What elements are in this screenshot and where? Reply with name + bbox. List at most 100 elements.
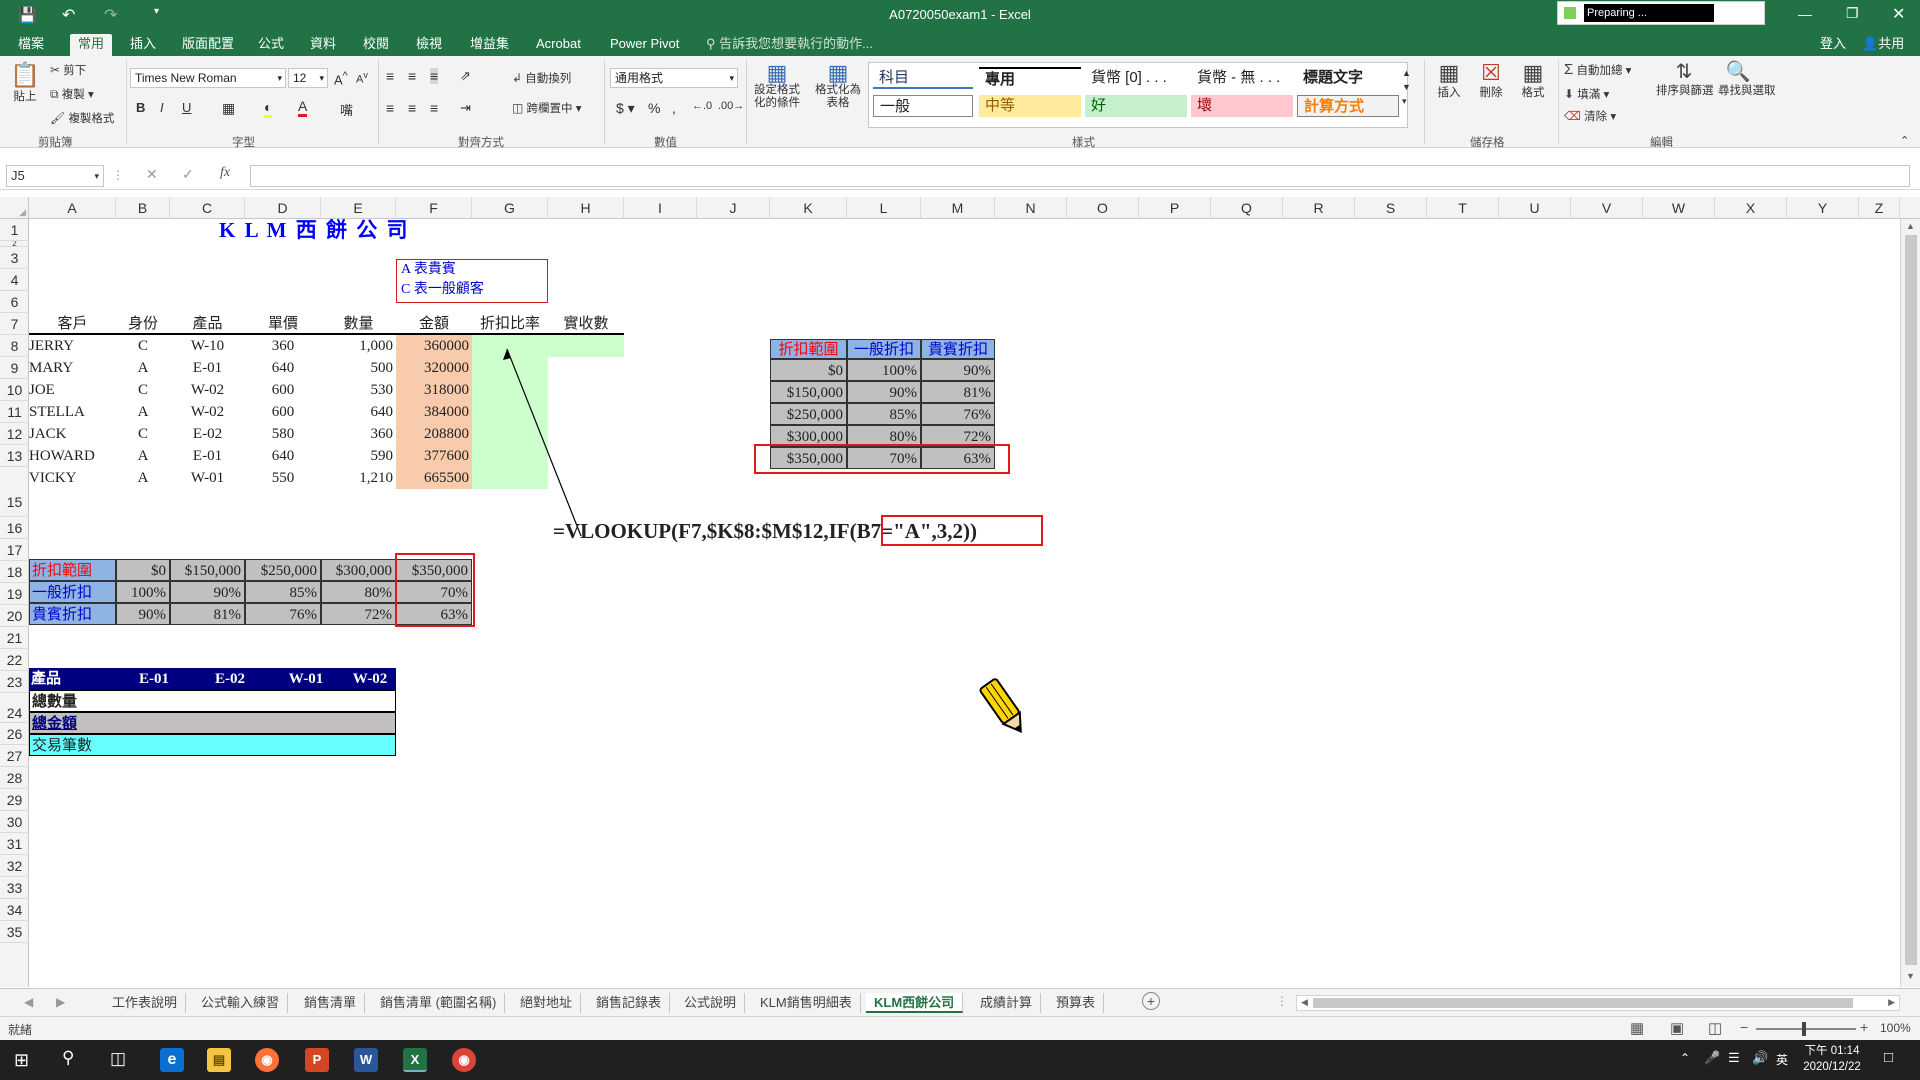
price-cell[interactable]: 360 [245,335,321,357]
customer-name-cell[interactable]: JERRY [29,335,116,357]
orientation-icon[interactable]: ⇗ [460,68,471,84]
quantity-cell[interactable]: 1,000 [321,335,396,357]
tab-formulas[interactable]: 公式 [252,34,290,56]
col-header-z[interactable]: Z [1859,197,1900,219]
increase-decimal-icon[interactable]: ←.0 [692,100,712,112]
sheet-tab[interactable]: 公式說明 [676,993,746,1013]
format-cells-button[interactable]: ▦ 格式 [1516,62,1550,100]
prev-sheet-icon[interactable]: ◀ [24,995,33,1009]
col-header-o[interactable]: O [1067,197,1139,219]
bold-icon[interactable]: B [136,100,145,115]
percent-icon[interactable]: % [648,100,660,116]
row-header[interactable]: 6 [0,291,29,313]
cut-button[interactable]: ✂ 剪下 [50,62,86,78]
product-cell[interactable]: W-10 [170,335,245,357]
currency-icon[interactable]: $ ▾ [616,100,635,117]
h-table-cell[interactable]: 90% [116,603,170,625]
minimize-icon[interactable]: — [1798,6,1812,22]
col-header-y[interactable]: Y [1787,197,1859,219]
restore-icon[interactable]: ❐ [1846,5,1859,22]
col-header-t[interactable]: T [1427,197,1499,219]
zoom-in-icon[interactable]: + [1860,1019,1868,1035]
wrap-text-button[interactable]: ↲ 自動換列 [512,70,571,86]
h-table-cell[interactable]: $250,000 [245,559,321,581]
align-center-icon[interactable]: ≡ [408,100,416,116]
tab-data[interactable]: 資料 [304,34,342,56]
border-icon[interactable]: ▦ [222,100,235,117]
word-icon[interactable]: W [354,1048,378,1072]
discount-regular-cell[interactable]: 100% [847,359,921,381]
align-bottom-icon[interactable]: ≡ [430,68,439,84]
discount-range-cell[interactable]: $0 [770,359,847,381]
sheet-tab[interactable]: 公式輸入練習 [193,993,289,1013]
col-header-v[interactable]: V [1571,197,1643,219]
h-table-label[interactable]: 貴賓折扣 [29,603,116,625]
row-header[interactable]: 9 [0,357,29,379]
zoom-slider[interactable] [1756,1022,1856,1036]
zoom-out-icon[interactable]: − [1740,1019,1748,1035]
format-as-table-button[interactable]: ▦ 格式化為表格 [812,62,864,110]
conditional-format-button[interactable]: ▦ 設定格式化的條件 [750,62,804,110]
col-header-l[interactable]: L [847,197,921,219]
col-header-r[interactable]: R [1283,197,1355,219]
shrink-font-icon[interactable]: Av [356,70,368,86]
col-header-g[interactable]: G [472,197,548,219]
edge-icon[interactable]: e [160,1048,184,1072]
tray-chevron-icon[interactable]: ⌃ [1680,1051,1690,1065]
indent-icon[interactable]: ⇥ [460,100,471,116]
close-icon[interactable]: ✕ [1892,4,1905,24]
style-good[interactable]: 好 [1085,95,1187,117]
quantity-cell[interactable]: 530 [321,379,396,401]
row-header[interactable]: 15 [0,467,29,517]
tell-me-search[interactable]: ⚲ 告訴我您想要執行的動作... [700,34,879,56]
tab-acrobat[interactable]: Acrobat [530,34,587,56]
scroll-thumb[interactable] [1905,235,1917,965]
share-button[interactable]: 👤共用 [1856,34,1910,56]
h-table-label[interactable]: 一般折扣 [29,581,116,603]
fill-button[interactable]: ⬇ 填滿 ▾ [1564,86,1609,102]
tab-power-pivot[interactable]: Power Pivot [604,34,685,56]
style-bad[interactable]: 壞 [1191,95,1293,117]
confirm-entry-icon[interactable]: ✓ [182,166,194,183]
search-icon[interactable]: ⚲ [62,1048,74,1068]
amount-cell[interactable]: 208800 [396,423,472,445]
clear-button[interactable]: ⌫ 清除 ▾ [1564,108,1616,124]
tab-file[interactable]: 檔案 [12,34,50,56]
fill-color-icon[interactable]: ◐ [264,99,273,118]
customer-name-cell[interactable]: STELLA [29,401,116,423]
discount-vip-cell[interactable]: 76% [921,403,995,425]
network-icon[interactable]: ☰ [1728,1050,1740,1066]
amount-cell[interactable]: 318000 [396,379,472,401]
row-header[interactable]: 13 [0,445,29,467]
style-currency0[interactable]: 貨幣 [0] . . . [1085,67,1187,89]
sheet-tab[interactable]: KLM銷售明細表 [752,993,861,1013]
powerpoint-icon[interactable]: P [305,1048,329,1072]
grow-font-icon[interactable]: A^ [334,70,348,87]
sort-filter-button[interactable]: ⇅ 排序與篩選 [1656,62,1714,98]
col-header-c[interactable]: C [170,197,245,219]
col-header-n[interactable]: N [995,197,1067,219]
discount-regular-cell[interactable]: 90% [847,381,921,403]
discount-header-regular[interactable]: 一般折扣 [847,339,921,359]
format-painter-button[interactable]: 🖌 複製格式 [50,110,114,126]
page-layout-view-icon[interactable]: ▣ [1670,1019,1684,1037]
task-view-icon[interactable]: ◫ [110,1049,126,1069]
product-cell[interactable]: E-02 [170,423,245,445]
tab-addins[interactable]: 增益集 [464,34,515,56]
tab-view[interactable]: 檢視 [410,34,448,56]
autosum-button[interactable]: Σ 自動加總 ▾ [1564,62,1631,78]
product-header-label[interactable]: 產品 [29,668,116,690]
insert-function-icon[interactable]: fx [220,165,230,181]
col-header-u[interactable]: U [1499,197,1571,219]
row-header[interactable]: 8 [0,335,29,357]
next-sheet-icon[interactable]: ▶ [56,995,65,1009]
collapse-ribbon-icon[interactable]: ⌃ [1900,134,1909,147]
row-header[interactable]: 27 [0,745,29,767]
col-header-b[interactable]: B [116,197,170,219]
sheet-tab[interactable]: 絕對地址 [512,993,582,1013]
product-header-cell[interactable]: W-01 [268,668,344,690]
row-header[interactable]: 11 [0,401,29,423]
scroll-right-icon[interactable]: ▶ [1888,997,1895,1008]
new-sheet-icon[interactable]: + [1142,992,1160,1010]
col-header-p[interactable]: P [1139,197,1211,219]
